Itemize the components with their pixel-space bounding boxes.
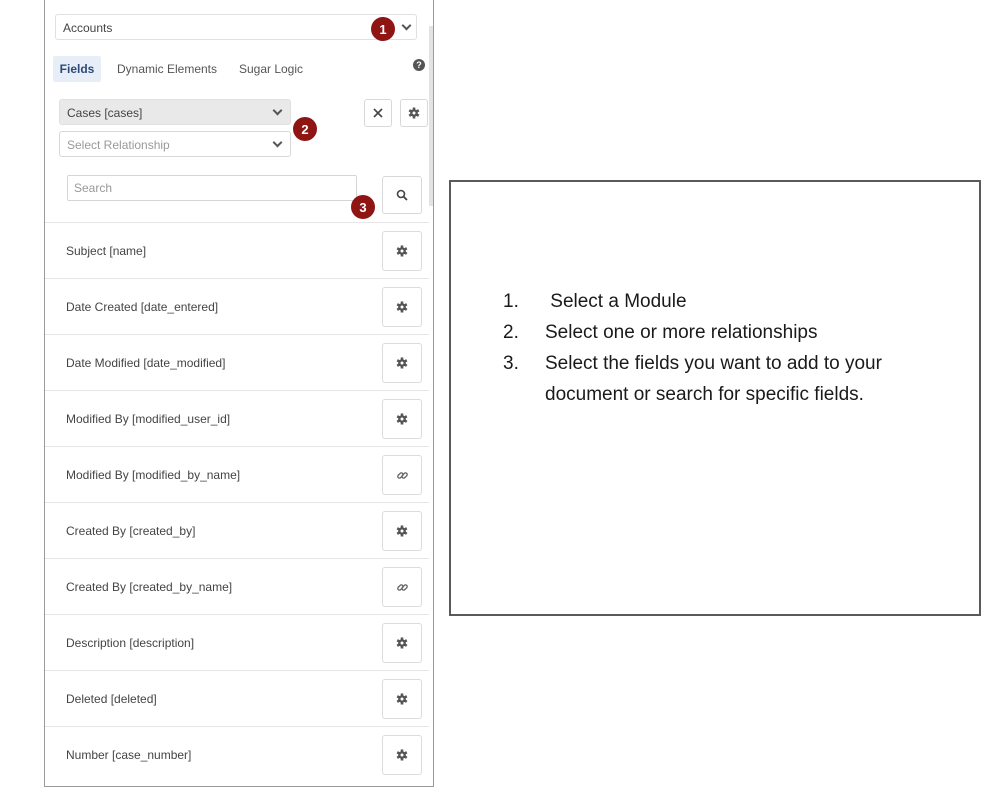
select-relationship-placeholder: Select Relationship xyxy=(67,138,170,152)
field-row[interactable]: Date Created [date_entered] xyxy=(45,278,429,334)
field-row[interactable]: Modified By [modified_user_id] xyxy=(45,390,429,446)
field-settings-button[interactable] xyxy=(382,679,422,719)
tab-dynamic-elements[interactable]: Dynamic Elements xyxy=(109,56,225,82)
tab-sugar-logic[interactable]: Sugar Logic xyxy=(231,56,311,82)
chevron-down-icon xyxy=(401,20,412,31)
relationship-module-select[interactable]: Cases [cases] xyxy=(59,99,291,125)
module-select-value: Accounts xyxy=(63,21,113,35)
field-settings-button[interactable] xyxy=(382,231,422,271)
gear-icon xyxy=(396,693,408,705)
chevron-down-icon xyxy=(272,137,283,148)
field-search-input[interactable] xyxy=(67,175,357,201)
relationship-module-value: Cases [cases] xyxy=(67,106,143,120)
field-list: Subject [name] Date Created [date_entered… xyxy=(45,222,429,782)
field-label: Description [description] xyxy=(66,636,195,650)
field-row[interactable]: Date Modified [date_modified] xyxy=(45,334,429,390)
field-row[interactable]: Created By [created_by_name] xyxy=(45,558,429,614)
gear-icon xyxy=(396,413,408,425)
step-text: Select one or more relationships xyxy=(545,322,818,343)
close-icon xyxy=(373,108,383,118)
field-settings-button[interactable] xyxy=(382,735,422,775)
step-number: 3. xyxy=(503,353,519,374)
field-label: Modified By [modified_user_id] xyxy=(66,412,231,426)
gear-icon xyxy=(396,525,408,537)
field-label: Number [case_number] xyxy=(66,748,192,762)
help-icon[interactable]: ? xyxy=(413,59,425,71)
gear-icon xyxy=(396,301,408,313)
field-row[interactable]: Number [case_number] xyxy=(45,726,429,782)
gear-icon xyxy=(396,749,408,761)
field-label: Modified By [modified_by_name] xyxy=(66,468,241,482)
remove-relationship-button[interactable] xyxy=(364,99,392,127)
select-relationship-dropdown[interactable]: Select Relationship xyxy=(59,131,291,157)
field-settings-button[interactable] xyxy=(382,399,422,439)
field-link-button[interactable] xyxy=(382,567,422,607)
field-row[interactable]: Subject [name] xyxy=(45,222,429,278)
instruction-step-2: 2. Select one or more relationships xyxy=(503,317,965,348)
step-badge-2: 2 xyxy=(293,117,317,141)
instruction-step-1: 1. Select a Module xyxy=(503,286,965,317)
field-label: Created By [created_by] xyxy=(66,524,196,538)
module-select[interactable]: Accounts xyxy=(55,14,417,40)
field-settings-button[interactable] xyxy=(382,287,422,327)
panel-scrollbar[interactable] xyxy=(429,26,433,206)
field-selector-panel: Accounts 1 Fields Dynamic Elements Sugar… xyxy=(44,0,434,787)
instruction-step-3: 3. Select the fields you want to add to y… xyxy=(503,348,965,410)
field-row[interactable]: Modified By [modified_by_name] xyxy=(45,446,429,502)
step-text: Select the fields you want to add to you… xyxy=(545,353,882,405)
gear-icon xyxy=(408,107,420,119)
field-label: Date Modified [date_modified] xyxy=(66,356,226,370)
link-icon xyxy=(396,583,408,591)
step-text: Select a Module xyxy=(545,291,687,312)
step-number: 2. xyxy=(503,322,519,343)
instructions-box: 1. Select a Module 2. Select one or more … xyxy=(449,180,981,616)
relationship-settings-button[interactable] xyxy=(400,99,428,127)
search-icon xyxy=(396,189,408,201)
field-settings-button[interactable] xyxy=(382,343,422,383)
gear-icon xyxy=(396,357,408,369)
field-label: Date Created [date_entered] xyxy=(66,300,219,314)
field-row[interactable]: Deleted [deleted] xyxy=(45,670,429,726)
step-badge-1: 1 xyxy=(371,17,395,41)
tab-fields[interactable]: Fields xyxy=(53,56,101,82)
search-button[interactable] xyxy=(382,176,422,214)
field-settings-button[interactable] xyxy=(382,623,422,663)
gear-icon xyxy=(396,637,408,649)
chevron-down-icon xyxy=(272,105,283,116)
field-link-button[interactable] xyxy=(382,455,422,495)
field-row[interactable]: Description [description] xyxy=(45,614,429,670)
instructions-list: 1. Select a Module 2. Select one or more … xyxy=(503,286,965,410)
field-row[interactable]: Created By [created_by] xyxy=(45,502,429,558)
step-number: 1. xyxy=(503,291,519,312)
step-badge-3: 3 xyxy=(351,195,375,219)
link-icon xyxy=(396,471,408,479)
field-label: Deleted [deleted] xyxy=(66,692,157,706)
field-settings-button[interactable] xyxy=(382,511,422,551)
gear-icon xyxy=(396,245,408,257)
field-label: Created By [created_by_name] xyxy=(66,580,233,594)
field-label: Subject [name] xyxy=(66,244,147,258)
